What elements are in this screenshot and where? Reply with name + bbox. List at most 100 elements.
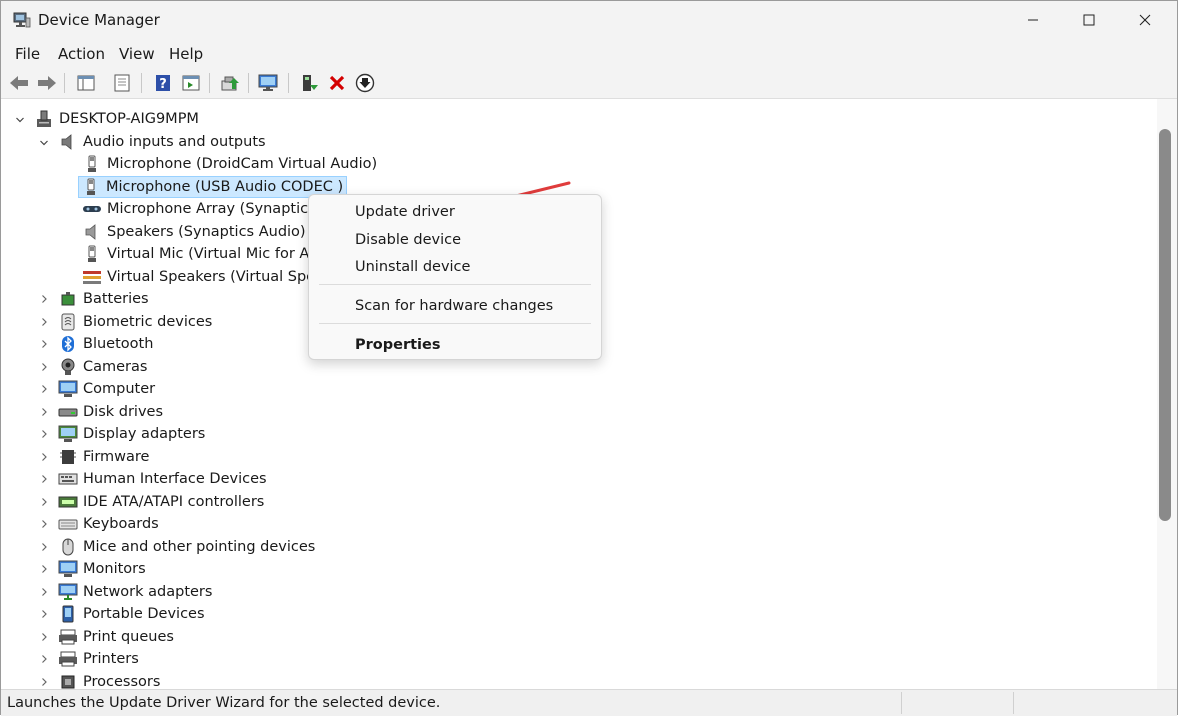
menu-bar: File Action View Help (1, 39, 1177, 68)
title-bar: Device Manager (1, 1, 1177, 39)
chevron-right-icon[interactable] (39, 632, 49, 642)
context-menu: Update driver Disable device Uninstall d… (308, 194, 602, 360)
tree-category-biometric-devices[interactable]: Biometric devices (58, 311, 212, 333)
display-adapter-icon (58, 424, 78, 444)
menu-uninstall-device[interactable]: Uninstall device (355, 259, 470, 275)
menu-view[interactable]: View (119, 45, 155, 63)
back-arrow-icon (10, 76, 28, 90)
add-driver-toolbar-button[interactable] (298, 72, 320, 94)
tree-category-ide-ata-atapi-controllers[interactable]: IDE ATA/ATAPI controllers (58, 491, 264, 513)
tree-category-disk-drives[interactable]: Disk drives (58, 401, 163, 423)
status-text: Launches the Update Driver Wizard for th… (7, 695, 441, 711)
tree-device-virtual-mic[interactable]: Virtual Mic (Virtual Mic for Aud (82, 243, 328, 265)
minimize-button[interactable] (1005, 1, 1061, 39)
tree-category-computer[interactable]: Computer (58, 378, 155, 400)
forward-button[interactable] (36, 72, 58, 94)
disk-drive-icon (58, 402, 78, 422)
menu-file[interactable]: File (15, 45, 40, 63)
tree-category-batteries[interactable]: Batteries (58, 288, 149, 310)
tree-category-firmware[interactable]: Firmware (58, 446, 149, 468)
scrollbar-thumb[interactable] (1159, 129, 1171, 521)
chevron-right-icon[interactable] (39, 519, 49, 529)
tree-device-microphone-droidcam[interactable]: Microphone (DroidCam Virtual Audio) (82, 153, 377, 175)
chevron-right-icon[interactable] (39, 339, 49, 349)
back-button[interactable] (8, 72, 30, 94)
chevron-right-icon[interactable] (39, 542, 49, 552)
scan-hardware-toolbar-button[interactable] (258, 72, 280, 94)
chevron-right-icon[interactable] (39, 452, 49, 462)
close-icon (1139, 14, 1151, 26)
category-label: Firmware (83, 448, 150, 465)
tree-category-display-adapters[interactable]: Display adapters (58, 423, 205, 445)
tree-device-speakers-synaptics[interactable]: Speakers (Synaptics Audio) (82, 221, 306, 243)
menu-properties[interactable]: Properties (355, 337, 440, 353)
chevron-right-icon[interactable] (39, 407, 49, 417)
category-label: Print queues (83, 628, 174, 645)
chevron-right-icon[interactable] (39, 474, 49, 484)
maximize-icon (1083, 14, 1095, 26)
tree-category-mice-and-other-pointing-devices[interactable]: Mice and other pointing devices (58, 536, 315, 558)
chevron-down-icon[interactable] (15, 115, 25, 125)
battery-icon (58, 289, 78, 309)
device-label: Microphone (USB Audio CODEC ) (106, 179, 344, 195)
properties-sheet-icon (114, 74, 130, 92)
firmware-chip-icon (58, 447, 78, 467)
tree-category-human-interface-devices[interactable]: Human Interface Devices (58, 468, 267, 490)
show-action-pane-button[interactable] (180, 72, 202, 94)
update-driver-toolbar-button[interactable] (219, 72, 241, 94)
tree-category-processors[interactable]: Processors (58, 671, 160, 689)
menu-action[interactable]: Action (58, 45, 105, 63)
uninstall-toolbar-button[interactable] (326, 72, 348, 94)
category-label: Display adapters (83, 426, 206, 442)
maximize-button[interactable] (1061, 1, 1117, 39)
chevron-right-icon[interactable] (39, 497, 49, 507)
help-book-icon: ? (156, 75, 170, 92)
tree-category-network-adapters[interactable]: Network adapters (58, 581, 212, 603)
help-toolbar-button[interactable]: ? (152, 72, 174, 94)
window-title: Device Manager (38, 11, 160, 29)
close-button[interactable] (1117, 1, 1173, 39)
chevron-right-icon[interactable] (39, 609, 49, 619)
microphone-icon (82, 154, 102, 174)
fingerprint-icon (58, 312, 78, 332)
tree-device-microphone-usb-selected[interactable]: Microphone (USB Audio CODEC ) (78, 176, 348, 198)
chevron-right-icon[interactable] (39, 384, 49, 394)
menu-help[interactable]: Help (169, 45, 203, 63)
tree-category-bluetooth[interactable]: Bluetooth (58, 333, 153, 355)
show-hide-console-tree-button[interactable] (75, 72, 97, 94)
chevron-right-icon[interactable] (39, 677, 49, 687)
menu-update-driver[interactable]: Update driver (355, 204, 455, 220)
chevron-right-icon[interactable] (39, 429, 49, 439)
tree-category-printers[interactable]: Printers (58, 648, 139, 670)
tree-device-virtual-speakers[interactable]: Virtual Speakers (Virtual Speake (82, 266, 341, 288)
chevron-right-icon[interactable] (39, 564, 49, 574)
tree-category-monitors[interactable]: Monitors (58, 558, 146, 580)
tree-category-cameras[interactable]: Cameras (58, 356, 147, 378)
chevron-right-icon[interactable] (39, 587, 49, 597)
chevron-right-icon[interactable] (39, 362, 49, 372)
monitor-icon (58, 559, 78, 579)
tree-category-keyboards[interactable]: Keyboards (58, 513, 159, 535)
camera-icon (58, 357, 78, 377)
chevron-right-icon[interactable] (39, 294, 49, 304)
tree-device-microphone-array[interactable]: Microphone Array (Synaptics A (82, 198, 330, 220)
category-label: Keyboards (83, 516, 159, 532)
disable-toolbar-button[interactable] (354, 72, 376, 94)
speaker-icon (58, 132, 78, 152)
tree-root-computer[interactable]: DESKTOP-AIG9MPM (34, 108, 199, 130)
virtual-speakers-icon (82, 267, 102, 287)
tree-category-portable-devices[interactable]: Portable Devices (58, 603, 205, 625)
tree-category-print-queues[interactable]: Print queues (58, 626, 174, 648)
selection-highlight: Microphone (USB Audio CODEC ) (78, 176, 348, 198)
chevron-right-icon[interactable] (39, 654, 49, 664)
menu-disable-device[interactable]: Disable device (355, 232, 461, 248)
download-circle-icon (355, 73, 375, 93)
tree-category-audio[interactable]: Audio inputs and outputs (58, 131, 266, 153)
properties-toolbar-button[interactable] (111, 72, 133, 94)
toolbar-separator (64, 73, 65, 93)
toolbar-separator (248, 73, 249, 93)
update-driver-icon (221, 76, 239, 91)
chevron-down-icon[interactable] (39, 138, 49, 148)
menu-scan-hardware[interactable]: Scan for hardware changes (355, 298, 553, 314)
chevron-right-icon[interactable] (39, 317, 49, 327)
